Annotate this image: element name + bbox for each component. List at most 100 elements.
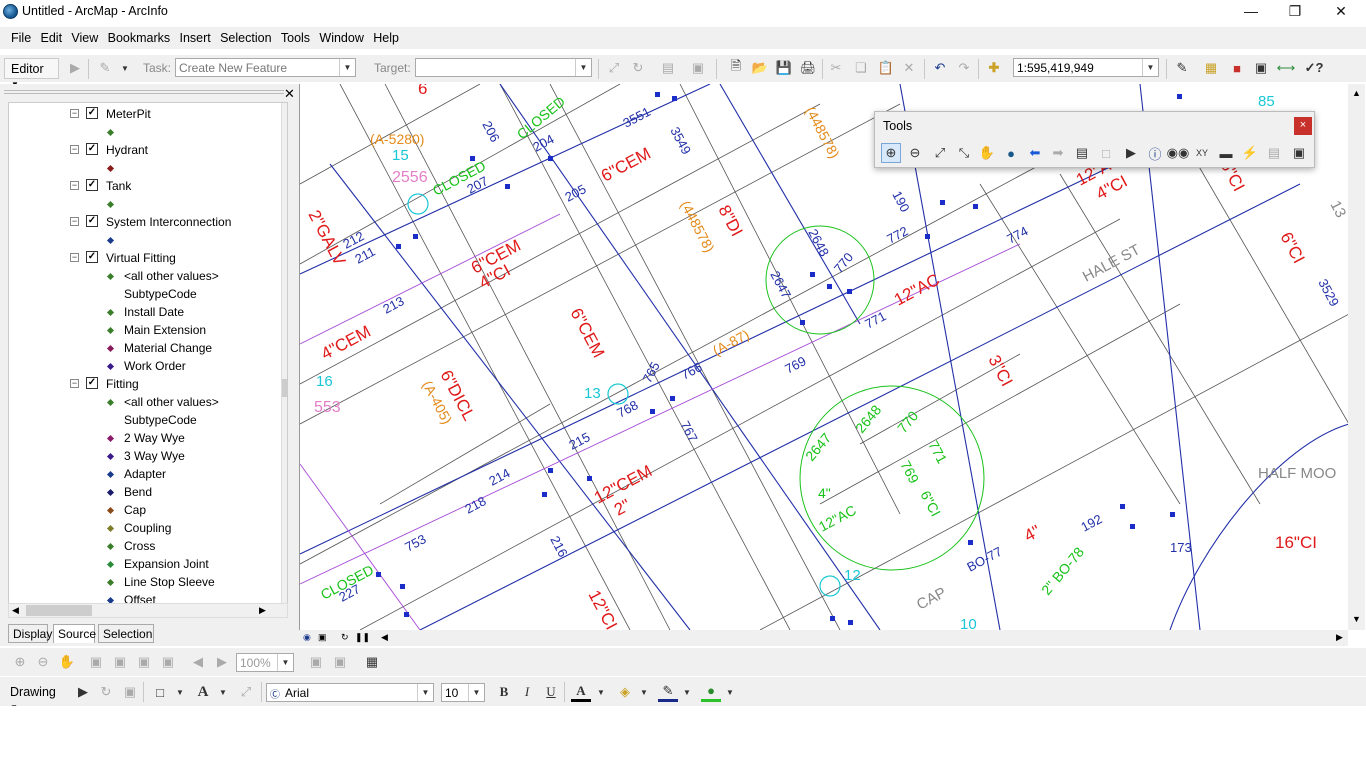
toc-legend-row[interactable]: SubtypeCode [9,411,279,429]
copy-icon[interactable]: ❏ [851,58,871,78]
select-elements-icon[interactable]: ▶ [1121,143,1141,163]
whats-this-icon[interactable]: ✓? [1304,58,1324,78]
sketch-tool-icon[interactable]: ✎ [95,58,115,78]
toc-legend-row[interactable] [9,159,279,177]
chevron-down-icon[interactable]: ▼ [213,682,233,702]
command-line-icon[interactable]: ▣ [1251,58,1271,78]
map-scale-select[interactable]: 1:595,419,949 ▼ [1013,58,1159,77]
minimize-button[interactable]: — [1228,0,1274,24]
toc-legend-row[interactable] [9,123,279,141]
edit-vertices-icon[interactable]: ⤢ [236,682,256,702]
editor-toolbar-icon[interactable]: ✎ [1172,58,1192,78]
collapse-icon[interactable]: − [70,109,79,118]
map-horizontal-scrollbar[interactable]: ◉ ▣ ↻ ❚❚ ◀ ▶ [299,630,1348,646]
rectangle-icon[interactable]: □ [150,682,170,702]
scroll-down-icon[interactable]: ▼ [1352,614,1361,624]
tools-toolbar-window[interactable]: Tools × ⊕ ⊖ ⤢ ⤡ ✋ ● ⬅ ➡ ▤ □ ▶ ⓘ ◉◉ XY ▬ … [874,111,1315,168]
toc-legend-row[interactable]: Cap [9,501,279,519]
toc-legend-row[interactable]: SubtypeCode [9,285,279,303]
delete-icon[interactable]: ✕ [899,58,919,78]
zoom-100-icon[interactable]: ▣ [110,652,130,672]
font-select[interactable]: Ⓒ Arial ▼ [266,683,434,702]
toc-close-icon[interactable]: ✕ [284,86,295,102]
line-color-icon[interactable]: ✎ [658,682,678,702]
menu-tools[interactable]: Tools [278,27,313,45]
scroll-up-icon[interactable]: ▲ [285,105,287,115]
toc-legend-row[interactable]: Line Stop Sleeve [9,573,279,591]
layout-zoom-select[interactable]: 100% ▼ [236,653,294,672]
tab-selection[interactable]: Selection [98,624,154,643]
arccatalog-icon[interactable]: ▦ [1201,58,1221,78]
scroll-left-icon[interactable]: ◀ [12,605,19,616]
target-select[interactable]: ▼ [415,58,592,77]
previous-extent-icon[interactable]: ◀ [188,652,208,672]
toc-legend-row[interactable]: Main Extension [9,321,279,339]
menu-window[interactable]: Window [316,27,366,45]
italic-button[interactable]: I [517,682,537,702]
toc-legend-row[interactable]: Work Order [9,357,279,375]
collapse-icon[interactable]: − [70,253,79,262]
font-size-select[interactable]: 10 ▼ [441,683,485,702]
arctoolbox-icon[interactable]: ■ [1227,58,1247,78]
full-extent-globe-icon[interactable]: ● [1001,143,1021,163]
scroll-thumb[interactable] [26,605,92,616]
scroll-up-icon[interactable]: ▲ [1352,88,1361,98]
pause-drawing-icon[interactable]: ❚❚ [355,632,370,643]
toggle-draft-mode-icon[interactable]: ▣ [306,652,326,672]
new-document-icon[interactable]: 🗎 [726,58,746,78]
toc-legend-row[interactable]: Install Date [9,303,279,321]
layout-zoom-in-icon[interactable]: ⊕ [10,652,30,672]
layer-visibility-checkbox[interactable]: ✓ [86,215,98,227]
map-vertical-scrollbar[interactable]: ▲ ▼ [1348,84,1365,630]
restore-button[interactable]: ❐ [1272,0,1318,24]
zoom-whole-page-icon[interactable]: ▣ [86,652,106,672]
html-popup-icon[interactable]: ▤ [1264,143,1284,163]
go-back-arrow-icon[interactable]: ⬅ [1025,143,1045,163]
toc-legend-row[interactable]: <all other values> [9,393,279,411]
measure-icon[interactable]: ▬ [1216,143,1236,163]
scroll-right-icon[interactable]: ▶ [259,605,266,616]
toc-layer-row[interactable]: − ✓ MeterPit [9,105,279,123]
refresh-icon[interactable]: ↻ [341,632,349,643]
layer-visibility-checkbox[interactable]: ✓ [86,107,98,119]
find-binoculars-icon[interactable]: ◉◉ [1167,143,1190,163]
cut-icon[interactable]: ✂ [826,58,846,78]
collapse-icon[interactable]: − [70,181,79,190]
toc-legend-row[interactable] [9,231,279,249]
open-folder-icon[interactable]: 📂 [750,58,770,78]
collapse-icon[interactable]: − [70,145,79,154]
menu-insert[interactable]: Insert [176,27,213,45]
select-features-icon[interactable]: ▤ [1072,143,1092,163]
layer-visibility-checkbox[interactable]: ✓ [86,179,98,191]
drawing-menu-button[interactable]: Drawing ▼ [4,682,70,712]
toc-legend-row[interactable]: 3 Way Wye [9,447,279,465]
save-icon[interactable]: 💾 [774,58,794,78]
toc-legend-row[interactable]: Material Change [9,339,279,357]
layer-visibility-checkbox[interactable]: ✓ [86,377,98,389]
scroll-thumb[interactable] [282,379,287,397]
fixed-zoom-out-page-icon[interactable]: ▣ [158,652,178,672]
toc-legend-row[interactable]: Cross [9,537,279,555]
menu-selection[interactable]: Selection [217,27,274,45]
task-select[interactable]: Create New Feature ▼ [175,58,356,77]
toc-layer-row[interactable]: − ✓ Virtual Fitting [9,249,279,267]
collapse-icon[interactable]: − [70,217,79,226]
menu-view[interactable]: View [68,27,101,45]
edit-tool-icon[interactable]: ▶ [65,58,85,78]
toc-layer-row[interactable]: − ✓ Tank [9,177,279,195]
toc-horizontal-scrollbar[interactable]: ◀ ▶ [8,603,288,618]
tab-display[interactable]: Display [8,624,52,643]
toc-legend-row[interactable]: Bend [9,483,279,501]
data-view-icon[interactable]: ◉ [303,632,311,643]
chevron-down-icon[interactable]: ▼ [677,682,697,702]
scroll-down-icon[interactable]: ▼ [285,589,287,599]
scroll-left-icon[interactable]: ◀ [381,632,388,643]
sketch-dropdown-icon[interactable]: ▼ [115,58,135,78]
close-window-button[interactable]: ✕ [1318,0,1364,24]
select-elements-icon[interactable]: ▶ [73,682,93,702]
sketch-properties-icon[interactable]: ▣ [688,58,708,78]
toc-legend-row[interactable]: Expansion Joint [9,555,279,573]
undo-icon[interactable]: ↶ [930,58,950,78]
collapse-icon[interactable]: − [70,379,79,388]
toc-legend-row[interactable]: 2 Way Wye [9,429,279,447]
